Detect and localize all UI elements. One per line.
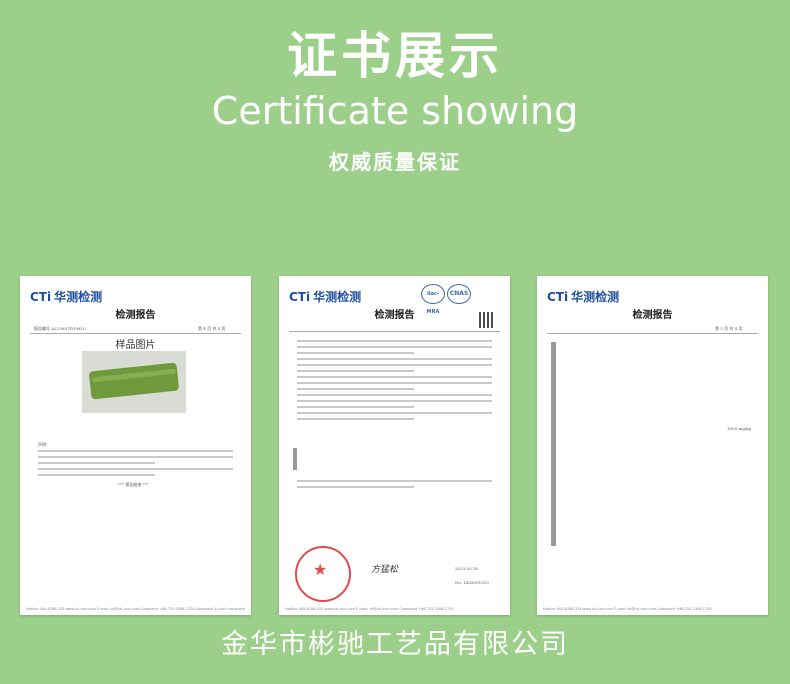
cnas-badge: CNAS — [447, 284, 471, 304]
report-title: 检测报告 — [632, 310, 673, 321]
report-title: 检测报告 — [374, 310, 415, 321]
report-number: No. 1428051013 — [455, 580, 489, 585]
results-table — [551, 342, 556, 546]
page-title-english: Certificate showing — [211, 89, 579, 133]
certificate-results-page[interactable]: CTi 华测检测 检测报告 第 3 页 共 4 页 1000 mg/kg Hot… — [537, 276, 768, 615]
certificate-sample-photo-page[interactable]: CTi 华测检测 检测报告 报告编号 A2230S7D1991C 第 4 页 共 … — [20, 276, 251, 615]
company-name: 金华市彬驰工艺品有限公司 — [221, 629, 569, 660]
cti-logo: CTi 华测检测 — [547, 290, 620, 304]
sample-photo — [82, 351, 186, 413]
sample-photo-heading: 样品图片 — [115, 340, 156, 351]
limit-value: 1000 mg/kg — [727, 426, 752, 431]
divider — [547, 333, 758, 334]
notes-text — [38, 446, 233, 480]
page-subtitle: 权威质量保证 — [329, 150, 461, 174]
signature-date: 2023.03.18 — [455, 566, 478, 571]
report-title: 检测报告 — [115, 310, 156, 321]
certificate-summary-page[interactable]: CTi 华测检测 ilac-MRA CNAS 检测报告 ★ 方猛松 2023.03… — [279, 276, 510, 615]
document-footer: Hotline 400-6788-333 www.cti-cert.com E-… — [285, 607, 454, 611]
document-footer: Hotline 400-6788-333 www.cti-cert.com E-… — [26, 607, 245, 611]
signature: 方猛松 — [371, 565, 399, 575]
result-table — [293, 448, 297, 470]
page-number: 第 3 页 共 4 页 — [715, 326, 743, 331]
report-number: 报告编号 A2230S7D1991C — [34, 326, 87, 331]
report-end-mark: *** 报告结束 *** — [118, 482, 149, 487]
ilac-mra-badge: ilac-MRA — [421, 284, 445, 315]
divider — [30, 333, 241, 334]
cti-logo: CTi 华测检测 — [30, 290, 103, 304]
divider — [289, 331, 500, 332]
star-icon: ★ — [313, 560, 328, 579]
cti-logo: CTi 华测检测 — [289, 290, 362, 304]
document-footer: Hotline 400-6788-333 www.cti-cert.com E-… — [543, 607, 712, 611]
page-title: 证书展示 — [287, 27, 503, 85]
remarks-text — [297, 476, 492, 492]
page-number: 第 4 页 共 4 页 — [198, 326, 226, 331]
qr-code-icon — [479, 312, 495, 328]
sample-info-text — [297, 336, 492, 424]
